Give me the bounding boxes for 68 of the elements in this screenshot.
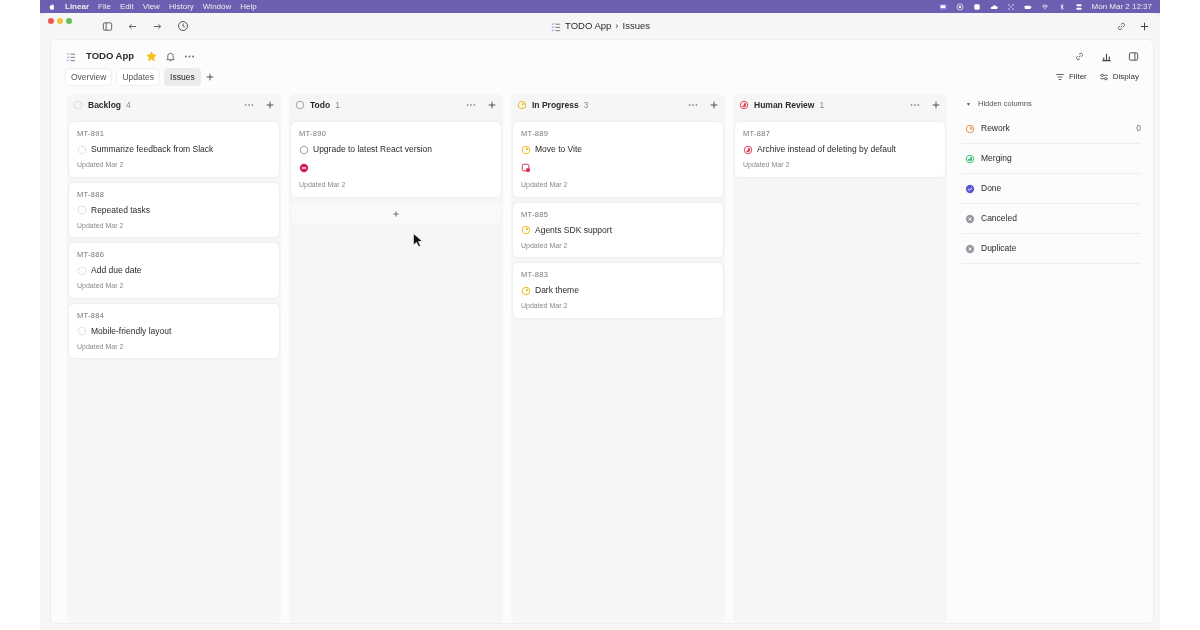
column-count: 1 xyxy=(819,98,825,112)
apple-icon xyxy=(48,2,56,11)
issue-title: Dark theme xyxy=(535,284,579,297)
menu-item[interactable]: File xyxy=(98,0,111,13)
issue-title: Add due date xyxy=(91,264,142,277)
breadcrumb-separator: › xyxy=(615,18,619,33)
project-name[interactable]: TODO App xyxy=(86,48,135,64)
add-issue-icon[interactable] xyxy=(265,100,275,110)
history-icon[interactable] xyxy=(177,20,189,32)
filter-icon xyxy=(1055,72,1065,82)
plus-icon xyxy=(392,209,400,218)
column-count: 3 xyxy=(583,98,589,112)
side-panel-icon[interactable] xyxy=(1128,50,1139,62)
issue-title: Archive instead of deleting by default xyxy=(757,143,896,156)
display-button[interactable]: Display xyxy=(1098,71,1139,83)
issue-title: Agents SDK support xyxy=(535,223,612,237)
wifi-icon[interactable] xyxy=(1040,2,1049,11)
checklist-icon xyxy=(550,20,562,32)
column-count: 1 xyxy=(335,98,340,112)
column-title: Human Review xyxy=(754,98,815,112)
column-title: Backlog xyxy=(88,98,122,112)
tab[interactable]: Issues xyxy=(164,67,201,87)
link-icon[interactable] xyxy=(1116,20,1127,32)
menu-item[interactable]: Edit xyxy=(119,0,134,13)
record-icon[interactable] xyxy=(955,2,964,11)
add-tab-icon[interactable] xyxy=(204,72,215,82)
hidden-column-name: Merging xyxy=(981,152,1012,165)
square-icon[interactable] xyxy=(972,2,981,11)
column-count: 4 xyxy=(126,98,131,112)
issue-title: Repeated tasks xyxy=(91,203,151,217)
hidden-column-name: Canceled xyxy=(981,212,1017,225)
breadcrumb-link[interactable]: TODO App xyxy=(565,18,612,34)
sidebar-icon[interactable] xyxy=(102,20,113,32)
tab[interactable]: Overview xyxy=(65,67,113,87)
issue-title: Mobile-friendly layout xyxy=(91,324,172,338)
hidden-column-count: 0 xyxy=(1136,122,1141,135)
link-icon[interactable] xyxy=(1074,50,1085,62)
breadcrumb-current: Issues xyxy=(622,18,650,33)
menu-clock: Mon Mar 2 12:37 xyxy=(1091,0,1152,13)
minus-circle-icon[interactable] xyxy=(299,163,309,173)
hidden-column-name: Done xyxy=(981,182,1002,195)
bell-icon[interactable] xyxy=(165,50,177,62)
filter-button[interactable]: Filter xyxy=(1055,71,1087,83)
control-center-icon[interactable] xyxy=(1074,2,1083,11)
hidden-column-name: Rework xyxy=(981,122,1010,135)
add-issue-icon[interactable] xyxy=(709,100,719,110)
plus-icon[interactable] xyxy=(1139,20,1150,32)
sliders-icon xyxy=(1098,72,1109,82)
star-icon[interactable] xyxy=(146,50,158,62)
add-issue-icon[interactable] xyxy=(487,100,497,110)
menu-item[interactable]: Help xyxy=(240,0,257,13)
menu-item[interactable]: Window xyxy=(202,0,232,13)
checklist-icon xyxy=(65,50,76,62)
display-icon[interactable] xyxy=(938,2,947,11)
caret-icon[interactable] xyxy=(965,100,972,108)
issue-title: Upgrade to latest React version xyxy=(313,143,433,156)
menu-item[interactable]: View xyxy=(142,0,160,13)
issue-title: Move to Vite xyxy=(535,143,583,156)
cloud-icon[interactable] xyxy=(989,2,998,11)
column-title: In Progress xyxy=(532,98,579,112)
issue-title: Summarize feedback from Slack xyxy=(91,143,214,156)
tab[interactable]: Updates xyxy=(116,67,161,87)
hidden-column-name: Duplicate xyxy=(981,242,1017,255)
grid-icon[interactable] xyxy=(1006,2,1015,11)
add-issue-icon[interactable] xyxy=(931,100,941,110)
column-title: Todo xyxy=(310,98,331,112)
menu-item[interactable]: History xyxy=(168,0,194,13)
menu-app-name[interactable]: Linear xyxy=(65,0,89,13)
